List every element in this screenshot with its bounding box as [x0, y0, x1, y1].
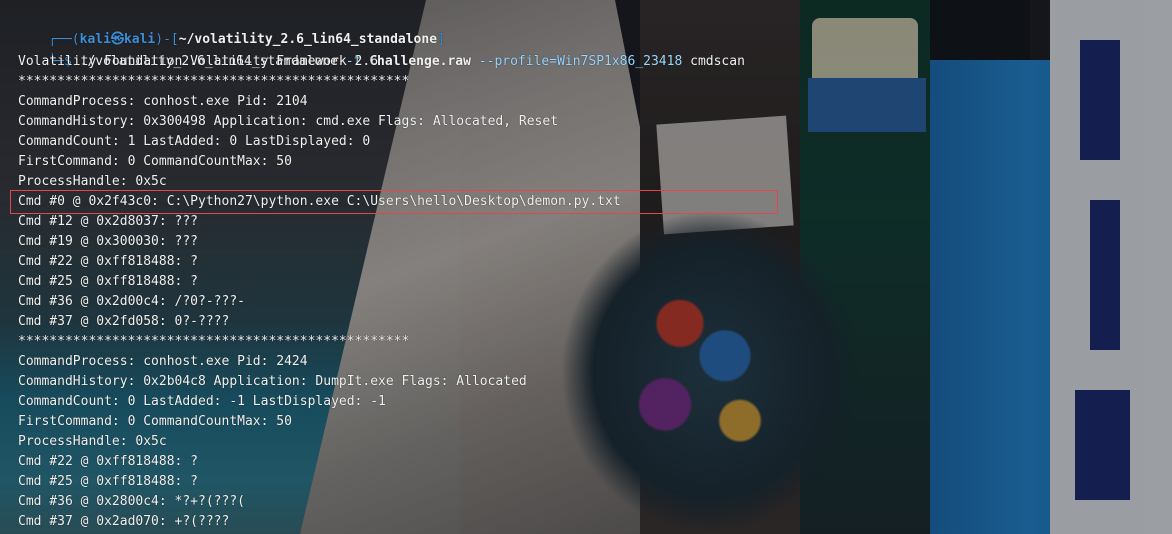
output-line: Cmd #25 @ 0xff818488: ?	[18, 474, 199, 489]
prompt-line: ┌──(kali㉿kali)-[~/volatility_2.6_lin64_s…	[17, 10, 445, 47]
command-profile: --profile=Win7SP1x86_23418	[478, 54, 683, 69]
terminal-window[interactable]: ┌──(kali㉿kali)-[~/volatility_2.6_lin64_s…	[0, 0, 1172, 534]
output-separator: ****************************************…	[18, 74, 410, 89]
output-line: CommandCount: 1 LastAdded: 0 LastDisplay…	[18, 134, 371, 149]
output-line: Cmd #19 @ 0x300030: ???	[18, 234, 199, 249]
output-line: Cmd #25 @ 0xff818488: ?	[18, 274, 199, 289]
output-line: CommandProcess: conhost.exe Pid: 2424	[18, 354, 308, 369]
output-line: ProcessHandle: 0x5c	[18, 174, 167, 189]
output-line: Cmd #22 @ 0xff818488: ?	[18, 254, 199, 269]
output-line: CommandProcess: conhost.exe Pid: 2104	[18, 94, 308, 109]
highlight-box	[10, 190, 778, 214]
output-line: CommandHistory: 0x300498 Application: cm…	[18, 114, 559, 129]
output-line: Cmd #37 @ 0x2ad070: +?(????	[18, 514, 230, 529]
command-file: Challenge.raw	[369, 54, 471, 69]
output-line: CommandHistory: 0x2b04c8 Application: Du…	[18, 374, 527, 389]
command-plugin: cmdscan	[690, 54, 745, 69]
output-line: CommandCount: 0 LastAdded: -1 LastDispla…	[18, 394, 386, 409]
output-line: Cmd #37 @ 0x2fd058: 0?-????	[18, 314, 230, 329]
output-line: Cmd #12 @ 0x2d8037: ???	[18, 214, 199, 229]
output-line: Cmd #22 @ 0xff818488: ?	[18, 454, 199, 469]
output-line: FirstCommand: 0 CommandCountMax: 50	[18, 154, 292, 169]
output-line: Volatility Foundation Volatility Framewo…	[18, 54, 379, 69]
output-separator: ****************************************…	[18, 334, 410, 349]
output-line: FirstCommand: 0 CommandCountMax: 50	[18, 414, 292, 429]
command-line: └─$ ./volatility_2.6_lin64_standalone -f…	[17, 32, 745, 69]
output-line: Cmd #36 @ 0x2800c4: *?+?(???(	[18, 494, 245, 509]
output-line: Cmd #36 @ 0x2d00c4: /?0?-???-	[18, 294, 245, 309]
output-line: ProcessHandle: 0x5c	[18, 434, 167, 449]
